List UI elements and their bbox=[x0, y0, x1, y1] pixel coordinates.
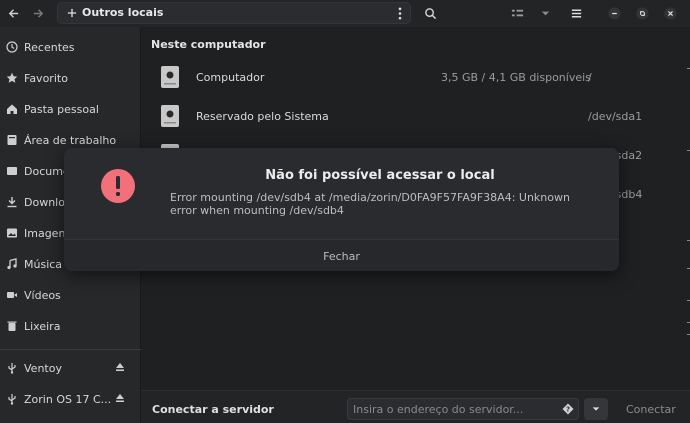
arrow-right-icon bbox=[33, 8, 43, 18]
connect-to-server-bar: Conectar a servidor ? Conectar bbox=[141, 390, 690, 423]
image-icon bbox=[5, 226, 19, 240]
location-name: Reservado pelo Sistema bbox=[196, 110, 329, 123]
search-button[interactable] bbox=[419, 3, 441, 23]
sidebar-item-label: Zorin OS 17 C... bbox=[24, 392, 112, 406]
sidebar-item-label: Pasta pessoal bbox=[24, 102, 99, 116]
clock-icon bbox=[5, 40, 19, 54]
sidebar-item-label: Favorito bbox=[24, 71, 68, 85]
back-button[interactable] bbox=[2, 3, 24, 23]
forward-button[interactable] bbox=[27, 3, 49, 23]
hamburger-icon bbox=[571, 9, 581, 17]
connect-to-server-label: Conectar a servidor bbox=[152, 403, 274, 416]
location-pathbar[interactable]: Outros locais bbox=[57, 2, 411, 24]
music-icon bbox=[5, 257, 19, 271]
view-toggle-button[interactable] bbox=[506, 3, 528, 23]
sidebar-divider bbox=[0, 349, 141, 350]
list-view-icon bbox=[511, 9, 523, 16]
home-icon bbox=[5, 102, 19, 116]
minimize-button[interactable] bbox=[603, 3, 625, 23]
maximize-button[interactable] bbox=[631, 3, 653, 23]
sidebar-device-ventoy[interactable]: Ventoy bbox=[0, 355, 141, 381]
dialog-footer: Fechar bbox=[64, 239, 619, 271]
sidebar-item-recentes[interactable]: Recentes bbox=[0, 34, 141, 60]
video-icon bbox=[5, 288, 19, 302]
view-options-button[interactable] bbox=[534, 3, 556, 23]
close-dialog-button[interactable]: Fechar bbox=[64, 240, 619, 271]
server-address-input[interactable] bbox=[347, 398, 579, 420]
svg-text:?: ? bbox=[566, 406, 570, 414]
error-icon bbox=[101, 169, 135, 203]
connect-button[interactable]: Conectar bbox=[626, 403, 676, 416]
sidebar-item-label: Recentes bbox=[24, 40, 75, 54]
location-menu-button[interactable] bbox=[394, 6, 406, 20]
usb-icon bbox=[5, 392, 19, 406]
plus-icon bbox=[65, 6, 79, 20]
drive-icon bbox=[161, 105, 179, 127]
usb-icon bbox=[5, 361, 19, 375]
sidebar-device-zorin-os[interactable]: Zorin OS 17 C... bbox=[0, 386, 141, 412]
help-icon[interactable]: ? bbox=[562, 403, 574, 415]
sidebar-item-label: Lixeira bbox=[24, 319, 61, 333]
section-title: Neste computador bbox=[151, 38, 266, 51]
sidebar-item-label: Ventoy bbox=[24, 361, 62, 375]
sidebar-item-pasta-pessoal[interactable]: Pasta pessoal bbox=[0, 96, 141, 122]
arrow-left-icon bbox=[8, 8, 18, 18]
location-mount: / bbox=[588, 71, 592, 84]
error-dialog: Não foi possível acessar o local Error m… bbox=[64, 148, 619, 271]
chevron-down-icon bbox=[592, 407, 600, 411]
main-menu-button[interactable] bbox=[565, 3, 587, 23]
close-button[interactable] bbox=[659, 3, 681, 23]
minimize-icon bbox=[607, 6, 621, 20]
desktop-icon bbox=[5, 133, 19, 147]
location-size: 3,5 GB / 4,1 GB disponíveis bbox=[441, 71, 591, 84]
dialog-title: Não foi possível acessar o local bbox=[265, 168, 495, 183]
sidebar-item-favorito[interactable]: Favorito bbox=[0, 65, 141, 91]
dialog-message: Error mounting /dev/sdb4 at /media/zorin… bbox=[170, 191, 570, 217]
sidebar-item-label: Vídeos bbox=[24, 288, 61, 302]
sidebar-item-label: Área de trabalho bbox=[24, 133, 117, 147]
location-label: Outros locais bbox=[82, 6, 164, 19]
location-mount: /dev/sda1 bbox=[588, 110, 643, 123]
trash-icon bbox=[5, 319, 19, 333]
search-icon bbox=[424, 7, 436, 19]
maximize-icon bbox=[635, 6, 649, 20]
location-row-reservado[interactable]: Reservado pelo Sistema /dev/sda1 bbox=[141, 97, 690, 135]
download-icon bbox=[5, 195, 19, 209]
file-manager-window: Outros locais Recentes Favorito Pasta pe… bbox=[0, 0, 690, 423]
sidebar-item-label: Música bbox=[24, 257, 63, 271]
chevron-down-icon bbox=[541, 11, 549, 15]
kebab-menu-icon bbox=[398, 7, 402, 19]
star-icon bbox=[5, 71, 19, 85]
eject-icon[interactable] bbox=[114, 392, 126, 404]
eject-icon[interactable] bbox=[114, 361, 126, 373]
sidebar-item-videos[interactable]: Vídeos bbox=[0, 282, 141, 308]
header-bar: Outros locais bbox=[0, 0, 690, 27]
close-icon bbox=[663, 6, 677, 20]
recent-servers-dropdown-button[interactable] bbox=[584, 398, 608, 420]
location-row-computador[interactable]: Computador 3,5 GB / 4,1 GB disponíveis / bbox=[141, 58, 690, 96]
location-name: Computador bbox=[196, 71, 265, 84]
drive-icon bbox=[161, 66, 179, 88]
document-icon bbox=[5, 164, 19, 178]
sidebar-item-lixeira[interactable]: Lixeira bbox=[0, 313, 141, 339]
